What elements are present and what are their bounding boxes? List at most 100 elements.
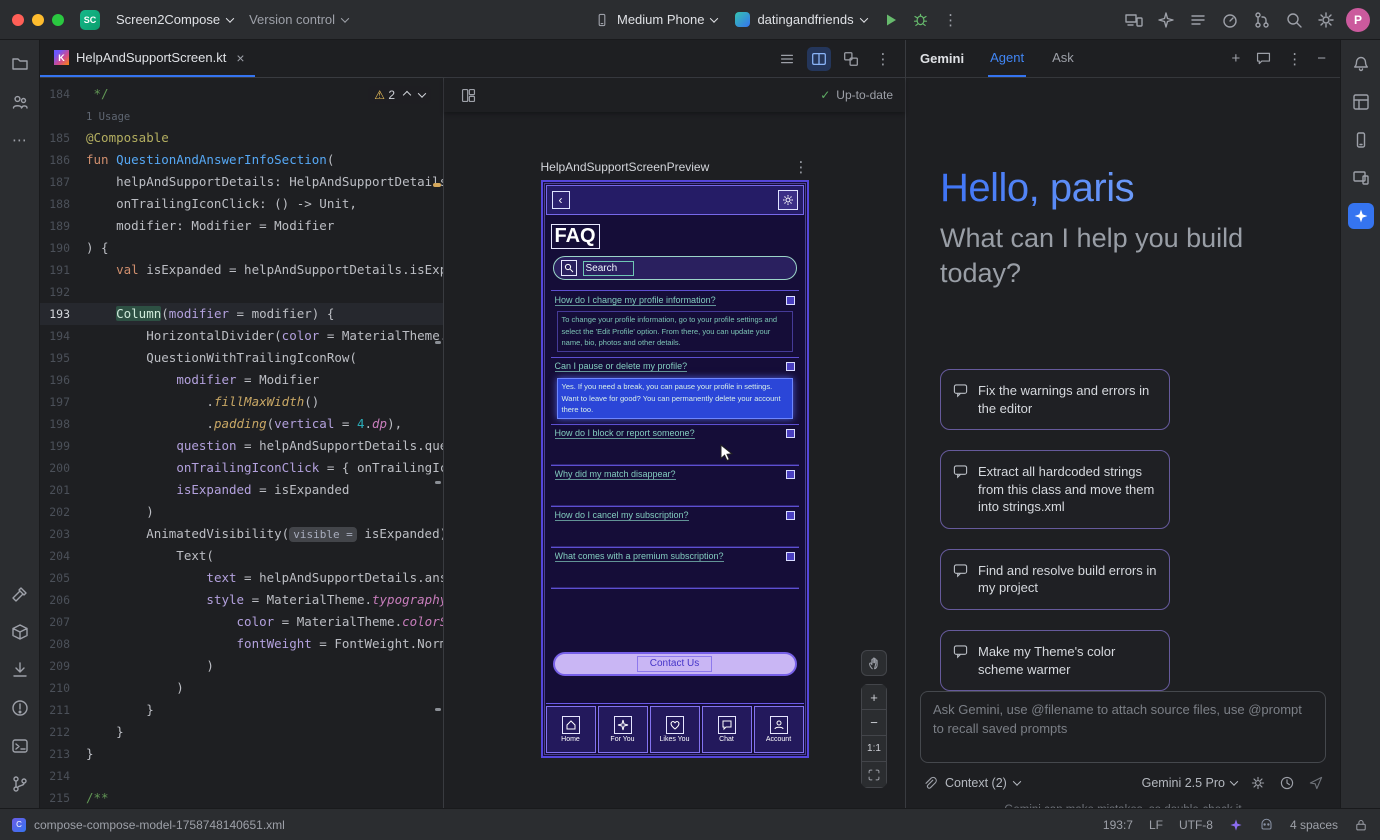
line-number[interactable]: 184 (40, 83, 86, 105)
line-number[interactable]: 199 (40, 435, 86, 457)
statusbar-filename[interactable]: compose-compose-model-1758748140651.xml (34, 818, 285, 832)
code-line[interactable]: 189 modifier: Modifier = Modifier (40, 215, 443, 237)
suggestion-card[interactable]: Make my Theme's color scheme warmer (940, 630, 1170, 691)
code-line[interactable]: 190) { (40, 237, 443, 259)
zoom-window-button[interactable] (52, 14, 64, 26)
ai-status-icon[interactable] (1229, 818, 1243, 832)
code-line[interactable]: 188 onTrailingIconClick: () -> Unit, (40, 193, 443, 215)
line-number[interactable]: 213 (40, 743, 86, 765)
layout-view-button[interactable] (839, 47, 863, 71)
code-line[interactable]: 201 isExpanded = isExpanded (40, 479, 443, 501)
line-number[interactable]: 188 (40, 193, 86, 215)
device-manager-button[interactable] (1345, 124, 1377, 156)
code-line[interactable]: 210 ) (40, 677, 443, 699)
line-number[interactable]: 212 (40, 721, 86, 743)
suggestion-card[interactable]: Fix the warnings and errors in the edito… (940, 369, 1170, 430)
line-number[interactable]: 191 (40, 259, 86, 281)
preview-canvas[interactable]: HelpAndSupportScreenPreview ⋮ ‹ (444, 112, 905, 808)
settings-button[interactable] (1312, 6, 1340, 34)
tab-ask[interactable]: Ask (1050, 40, 1076, 77)
line-number[interactable]: 208 (40, 633, 86, 655)
previous-problem-icon[interactable] (403, 91, 411, 99)
project-selector[interactable]: Screen2Compose (108, 8, 241, 31)
code-line[interactable]: 191 val isExpanded = helpAndSupportDetai… (40, 259, 443, 281)
code-line[interactable]: 206 style = MaterialTheme.typography.bod… (40, 589, 443, 611)
code-review-button[interactable] (1248, 6, 1276, 34)
caret-position[interactable]: 193:7 (1103, 818, 1133, 832)
run-config-selector[interactable]: datingandfriends (727, 8, 874, 31)
editor-tab[interactable]: K HelpAndSupportScreen.kt × (40, 40, 255, 77)
run-button[interactable] (877, 6, 905, 34)
line-number[interactable]: 196 (40, 369, 86, 391)
line-number[interactable]: 198 (40, 413, 86, 435)
line-number[interactable]: 201 (40, 479, 86, 501)
context-selector[interactable]: Context (2) (945, 776, 1007, 790)
structure-list-button[interactable] (1184, 6, 1212, 34)
device-explorer-toolwindow-button[interactable] (4, 654, 36, 686)
zoom-reset-button[interactable]: 1:1 (861, 736, 887, 762)
line-number[interactable]: 205 (40, 567, 86, 589)
line-number[interactable]: 194 (40, 325, 86, 347)
code-line[interactable]: 194 HorizontalDivider(color = MaterialTh… (40, 325, 443, 347)
code-line[interactable]: 195 QuestionWithTrailingIconRow( (40, 347, 443, 369)
code-line[interactable]: 211 } (40, 699, 443, 721)
indent-setting[interactable]: 4 spaces (1290, 818, 1338, 832)
search-button[interactable] (1280, 6, 1308, 34)
code-area[interactable]: 184 */1 Usage185@Composable186fun Questi… (40, 78, 443, 808)
gemini-prompt-input[interactable] (920, 691, 1326, 763)
line-number[interactable]: 204 (40, 545, 86, 567)
zoom-out-button[interactable]: − (861, 710, 887, 736)
gemini-settings-icon[interactable] (1250, 775, 1266, 791)
next-problem-icon[interactable] (418, 89, 426, 97)
line-number[interactable]: 210 (40, 677, 86, 699)
line-number[interactable]: 215 (40, 787, 86, 808)
close-window-button[interactable] (12, 14, 24, 26)
inspections-widget[interactable]: ⚠ 2 (368, 86, 431, 104)
tab-agent[interactable]: Agent (988, 40, 1026, 77)
line-number[interactable]: 211 (40, 699, 86, 721)
code-line[interactable]: 209 ) (40, 655, 443, 677)
code-line[interactable]: 213} (40, 743, 443, 765)
inlay-hint-row[interactable]: 1 Usage (40, 105, 443, 127)
preview-layout-button[interactable] (456, 83, 480, 107)
code-line[interactable]: 212 } (40, 721, 443, 743)
more-vertical-icon[interactable]: ⋮ (1287, 50, 1302, 68)
line-number[interactable]: 186 (40, 149, 86, 171)
line-number[interactable]: 209 (40, 655, 86, 677)
code-line[interactable]: 208 fontWeight = FontWeight.Normal (40, 633, 443, 655)
code-line[interactable]: 215/** (40, 787, 443, 808)
new-chat-button[interactable]: + (1231, 50, 1240, 67)
packages-toolwindow-button[interactable] (4, 616, 36, 648)
code-line[interactable]: 192 (40, 281, 443, 303)
line-number[interactable]: 206 (40, 589, 86, 611)
line-number[interactable]: 190 (40, 237, 86, 259)
preview-options-icon[interactable]: ⋮ (794, 158, 809, 176)
code-editor[interactable]: 184 */1 Usage185@Composable186fun Questi… (40, 78, 443, 808)
history-icon[interactable] (1279, 775, 1295, 791)
device-mirroring-button[interactable] (1120, 6, 1148, 34)
profile-button[interactable]: P (1344, 6, 1372, 34)
split-view-button[interactable] (807, 47, 831, 71)
build-toolwindow-button[interactable] (4, 578, 36, 610)
code-line[interactable]: 199 question = helpAndSupportDetails.que… (40, 435, 443, 457)
code-line[interactable]: 196 modifier = Modifier (40, 369, 443, 391)
suggestion-card[interactable]: Extract all hardcoded strings from this … (940, 450, 1170, 529)
line-number[interactable]: 207 (40, 611, 86, 633)
line-number[interactable]: 192 (40, 281, 86, 303)
code-line[interactable]: 202 ) (40, 501, 443, 523)
suggestion-card[interactable]: Find and resolve build errors in my proj… (940, 549, 1170, 610)
line-number[interactable]: 195 (40, 347, 86, 369)
pan-button[interactable] (861, 650, 887, 676)
line-number[interactable]: 200 (40, 457, 86, 479)
line-number[interactable]: 202 (40, 501, 86, 523)
layout-inspector-button[interactable] (1345, 86, 1377, 118)
notifications-button[interactable] (1345, 48, 1377, 80)
line-number[interactable]: 214 (40, 765, 86, 787)
minimize-window-button[interactable] (32, 14, 44, 26)
line-number[interactable]: 193 (40, 303, 86, 325)
code-line[interactable]: 193 Column(modifier = modifier) { (40, 303, 443, 325)
more-toolwindows-button[interactable]: ⋯ (4, 124, 36, 156)
line-number[interactable]: 185 (40, 127, 86, 149)
code-line[interactable]: 197 .fillMaxWidth() (40, 391, 443, 413)
file-encoding[interactable]: UTF-8 (1179, 818, 1213, 832)
